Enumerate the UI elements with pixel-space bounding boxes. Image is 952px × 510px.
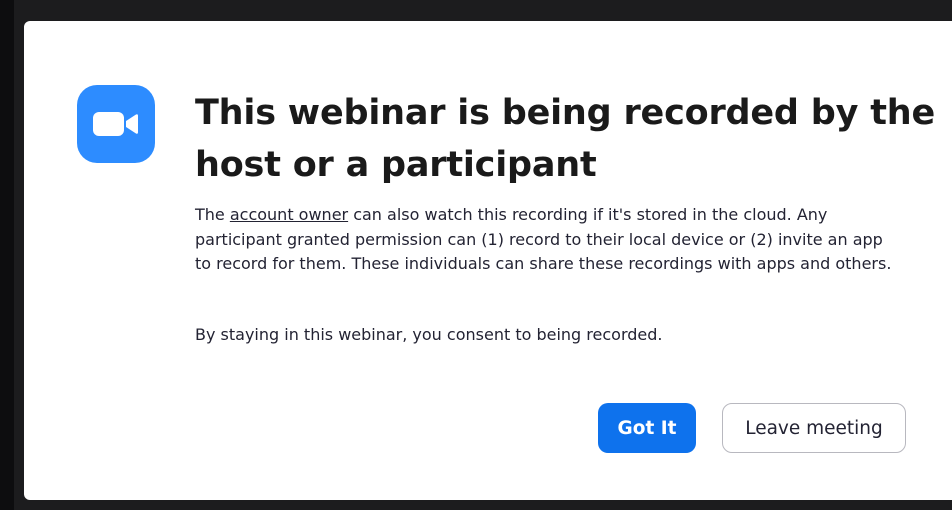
consent-text: By staying in this webinar, you consent …	[195, 325, 663, 344]
screen: This webinar is being recorded by the ho…	[0, 0, 952, 510]
dialog-description: The account owner can also watch this re…	[195, 203, 901, 277]
recording-consent-dialog: This webinar is being recorded by the ho…	[24, 21, 952, 500]
account-owner-link[interactable]: account owner	[230, 205, 348, 224]
video-camera-icon	[77, 85, 155, 163]
leave-meeting-button[interactable]: Leave meeting	[722, 403, 906, 453]
background-window-edge	[0, 0, 14, 510]
got-it-button[interactable]: Got It	[598, 403, 696, 453]
video-camera-glyph	[93, 112, 138, 136]
description-prefix: The	[195, 205, 230, 224]
dialog-title: This webinar is being recorded by the ho…	[195, 93, 935, 185]
